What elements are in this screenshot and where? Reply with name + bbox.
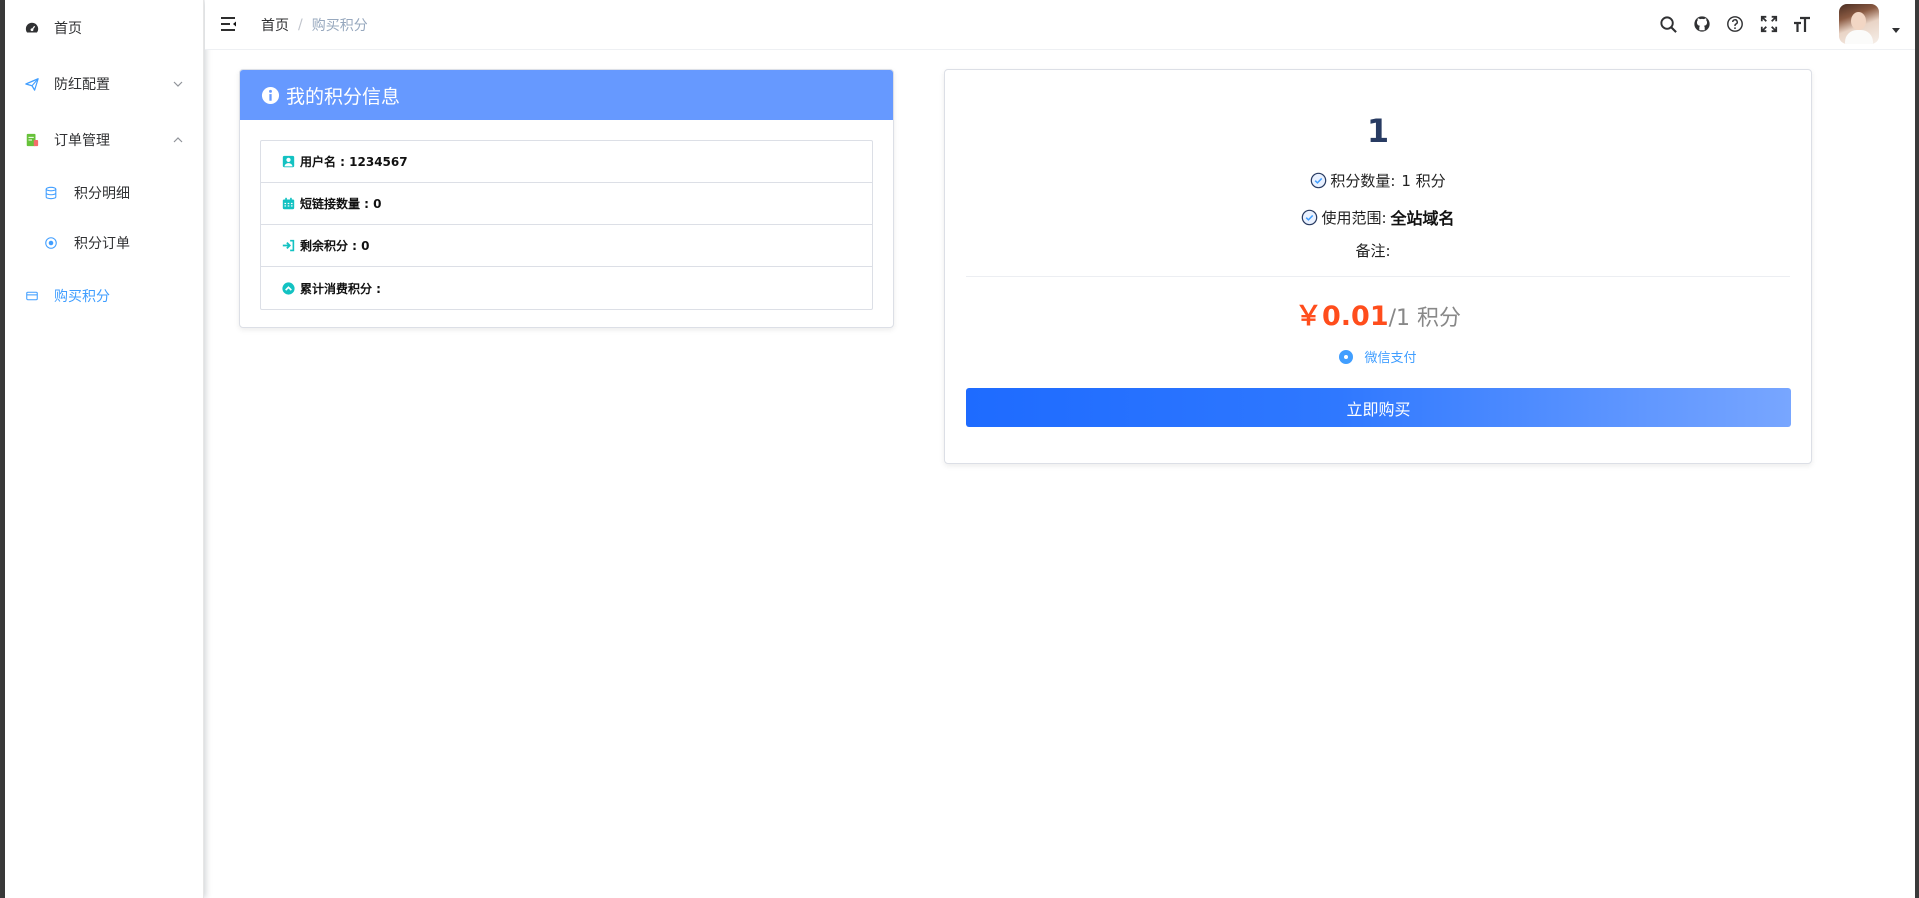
short-link-count-text: 短链接数量 : 0	[300, 197, 382, 211]
points-info-card: 我的积分信息 用户名 : 1234567 短链接数量 : 0 剩余积分 : 0 …	[239, 69, 894, 328]
sidebar-item-label: 积分订单	[74, 236, 130, 252]
database-icon	[43, 185, 59, 201]
list-item: 用户名 : 1234567	[261, 141, 872, 183]
username-text: 用户名 : 1234567	[300, 155, 408, 169]
usage-scope-label: 使用范围:	[1321, 208, 1387, 227]
points-info-title: 我的积分信息	[286, 85, 401, 108]
note-label: 备注:	[1355, 242, 1391, 260]
dashboard-icon	[24, 20, 40, 36]
radio-selected-icon[interactable]	[1339, 349, 1354, 364]
breadcrumb-current: 购买积分	[311, 18, 368, 34]
paper-plane-icon	[24, 76, 40, 92]
breadcrumb-separator: /	[298, 17, 303, 33]
top-navbar: 首页 / 购买积分	[205, 0, 1915, 50]
points-info-list: 用户名 : 1234567 短链接数量 : 0 剩余积分 : 0 累计消费积分 …	[260, 140, 873, 310]
sidebar-item-label: 订单管理	[54, 133, 110, 149]
check-circle-icon	[1311, 172, 1327, 189]
note-row: 备注:	[945, 240, 1811, 261]
window-frame-right	[1915, 0, 1919, 898]
sidebar-item-label: 积分明细	[74, 186, 130, 202]
hamburger-icon[interactable]	[219, 14, 239, 34]
record-icon	[43, 235, 59, 251]
plan-title: 1	[1366, 112, 1390, 150]
order-icon	[24, 132, 40, 148]
remaining-points-text: 剩余积分 : 0	[300, 239, 370, 253]
breadcrumb: 首页 / 购买积分	[261, 15, 368, 35]
calendar-icon	[282, 197, 295, 210]
sidebar-item-label: 首页	[54, 21, 82, 37]
total-consumed-points-text: 累计消费积分 :	[300, 281, 381, 296]
list-item: 剩余积分 : 0	[261, 225, 872, 267]
payment-option-wechat[interactable]: 微信支付	[945, 347, 1811, 366]
price-unit: /1 积分	[1388, 306, 1462, 331]
sidebar-item-points-detail[interactable]: 积分明细	[5, 165, 204, 221]
github-icon[interactable]	[1691, 13, 1713, 35]
search-icon[interactable]	[1657, 13, 1679, 35]
price: ￥0.01/1 积分	[945, 294, 1811, 333]
help-icon[interactable]	[1724, 13, 1746, 35]
points-quantity-value: 1 积分	[1401, 172, 1446, 190]
purchase-plan-card: 1 积分数量: 1 积分 使用范围: 全站域名 备注: ￥0.01/1 积分 微…	[944, 69, 1812, 464]
info-circle-icon	[261, 86, 280, 104]
sidebar-item-anti-red-config[interactable]: 防红配置	[5, 56, 204, 112]
sidebar-item-buy-points[interactable]: 购买积分	[5, 268, 204, 324]
check-circle-icon	[1302, 209, 1318, 225]
chevron-up-circle-icon	[282, 281, 295, 295]
list-item: 累计消费积分 :	[261, 267, 872, 309]
sidebar-item-home[interactable]: 首页	[5, 0, 204, 56]
chevron-up-icon	[173, 137, 183, 143]
price-amount: ￥0.01	[1294, 301, 1389, 332]
buy-now-button[interactable]: 立即购买	[966, 388, 1791, 427]
user-icon	[282, 155, 295, 168]
chevron-down-icon	[173, 81, 183, 87]
sidebar-item-label: 购买积分	[54, 289, 110, 305]
usage-scope-row: 使用范围: 全站域名	[945, 205, 1811, 229]
points-info-card-header: 我的积分信息	[240, 70, 893, 120]
purchase-icon	[24, 288, 40, 304]
font-size-icon[interactable]	[1791, 13, 1813, 35]
sidebar: 首页 防红配置 订单管理 积分明细 积分订单 购买积分	[5, 0, 204, 898]
sidebar-item-label: 防红配置	[54, 77, 110, 93]
points-quantity-row: 积分数量: 1 积分	[945, 170, 1811, 191]
fullscreen-icon[interactable]	[1758, 13, 1780, 35]
divider	[966, 276, 1790, 277]
sidebar-item-order-management[interactable]: 订单管理	[5, 112, 204, 168]
breadcrumb-home[interactable]: 首页	[261, 15, 289, 35]
caret-down-icon[interactable]	[1892, 28, 1900, 33]
usage-scope-value: 全站域名	[1390, 209, 1455, 228]
sidebar-item-points-order[interactable]: 积分订单	[5, 215, 204, 271]
list-item: 短链接数量 : 0	[261, 183, 872, 225]
points-quantity-label: 积分数量:	[1330, 172, 1396, 190]
sign-in-icon	[282, 239, 295, 252]
payment-option-label: 微信支付	[1364, 351, 1417, 366]
avatar[interactable]	[1839, 4, 1879, 44]
